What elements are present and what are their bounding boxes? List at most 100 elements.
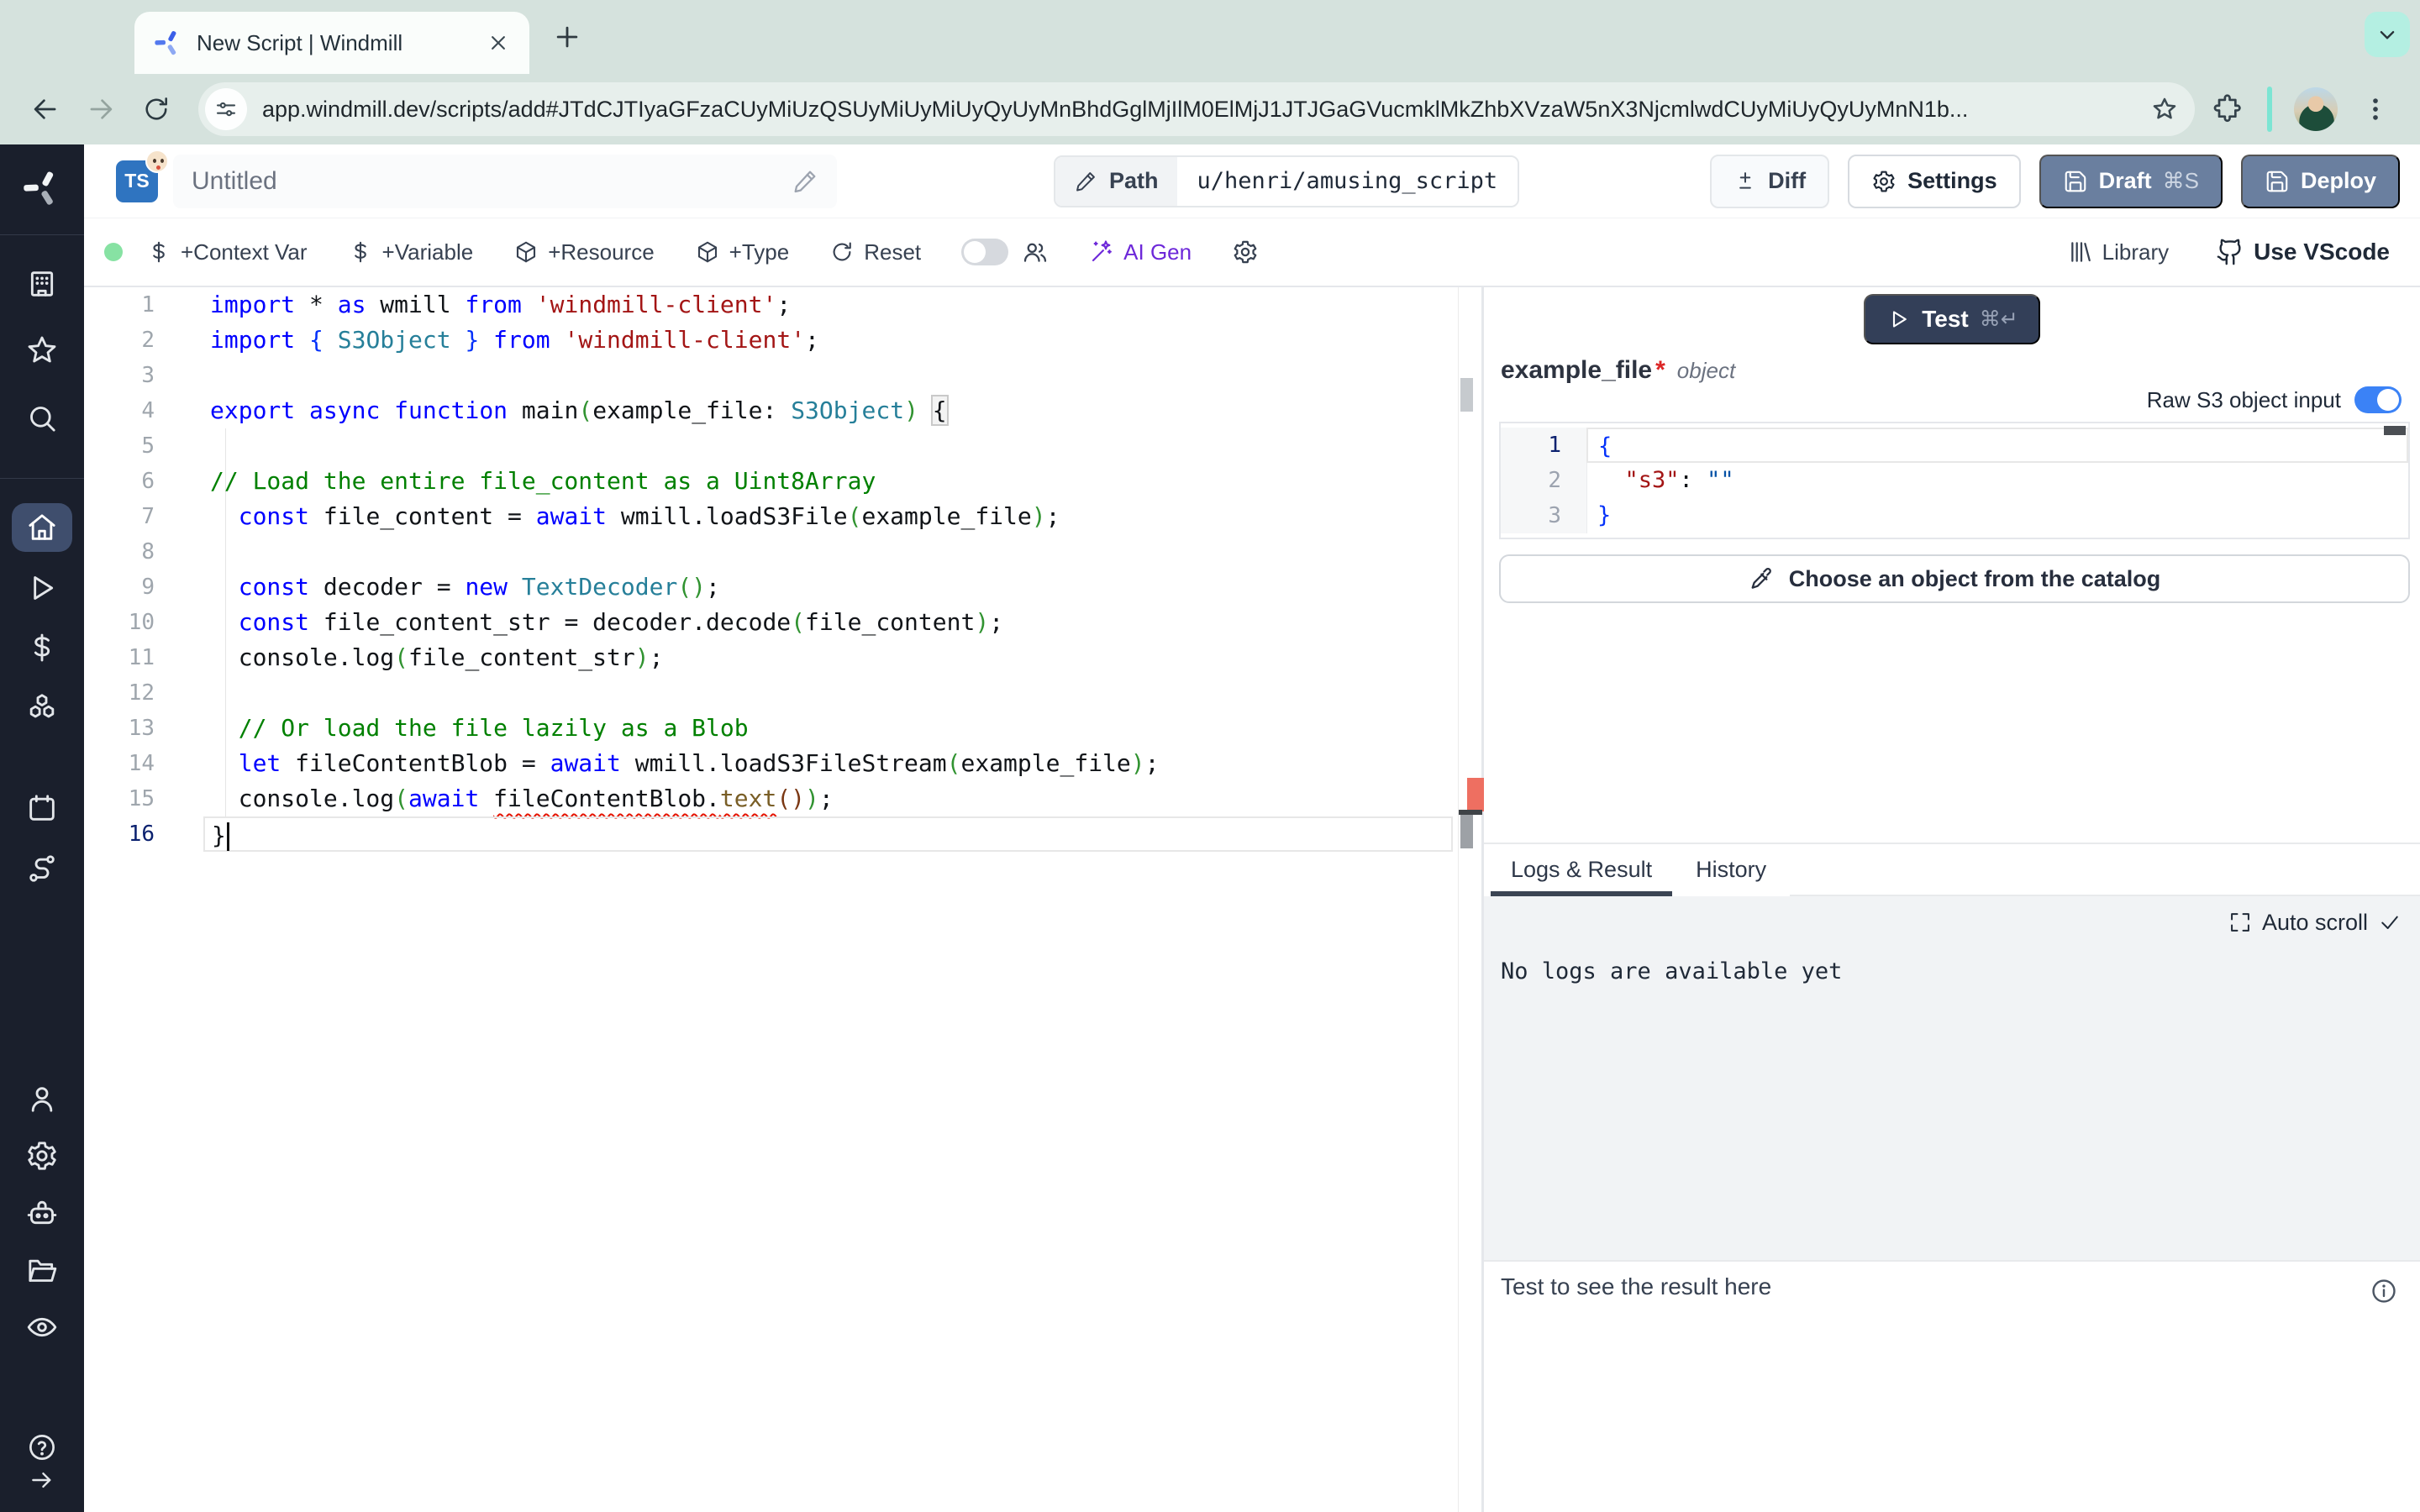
code-line[interactable]: 7 const file_content = await wmill.loadS… xyxy=(84,499,1481,534)
back-icon[interactable] xyxy=(22,86,69,133)
code-line[interactable]: 1{ xyxy=(1501,428,2408,463)
reload-icon[interactable] xyxy=(133,86,180,133)
sidebar-item-resources[interactable] xyxy=(25,691,59,725)
face-badge-icon xyxy=(145,150,169,173)
code-line[interactable]: 16} xyxy=(84,816,1481,852)
settings-label: Settings xyxy=(1907,168,1997,194)
code-line[interactable]: 11 console.log(file_content_str); xyxy=(84,640,1481,675)
sidebar-item-folders[interactable] xyxy=(25,1253,59,1287)
editor-overview-ruler[interactable] xyxy=(1458,287,1481,1512)
code-line[interactable]: 3 xyxy=(84,358,1481,393)
raw-s3-toggle-label: Raw S3 object input xyxy=(2147,387,2341,413)
add-context-var-button[interactable]: +Context Var xyxy=(146,239,308,265)
url-text: app.windmill.dev/scripts/add#JTdCJTIyaGF… xyxy=(262,97,2134,123)
bookmark-star-icon[interactable] xyxy=(2149,94,2180,124)
use-vscode-button[interactable]: Use VScode xyxy=(2216,238,2390,266)
draft-label: Draft xyxy=(2099,168,2152,194)
sidebar-item-workers[interactable] xyxy=(25,1196,59,1230)
menu-kebab-icon[interactable] xyxy=(2361,95,2390,123)
raw-s3-toggle[interactable] xyxy=(2354,386,2402,413)
test-button[interactable]: Test ⌘↵ xyxy=(1864,294,2039,344)
choose-object-label: Choose an object from the catalog xyxy=(1789,566,2161,592)
code-line[interactable]: 8 xyxy=(84,534,1481,570)
sidebar-item-home[interactable] xyxy=(12,503,72,552)
play-icon xyxy=(1886,307,1911,332)
reset-button[interactable]: Reset xyxy=(829,239,921,265)
app-sidebar xyxy=(0,144,84,1512)
json-arg-editor[interactable]: 1{2 "s3": ""3} xyxy=(1499,422,2410,539)
check-icon[interactable] xyxy=(2378,911,2402,934)
sidebar-item-settings[interactable] xyxy=(25,1139,59,1173)
browser-tab[interactable]: New Script | Windmill xyxy=(134,12,529,74)
editor-settings-button[interactable] xyxy=(1232,239,1259,265)
diff-button[interactable]: Diff xyxy=(1710,155,1829,208)
add-variable-button[interactable]: +Variable xyxy=(348,239,474,265)
add-type-button[interactable]: +Type xyxy=(695,239,790,265)
settings-button[interactable]: Settings xyxy=(1848,155,2021,208)
required-asterisk: * xyxy=(1655,356,1665,385)
tab-search-button[interactable] xyxy=(2365,12,2410,57)
code-line[interactable]: 12 xyxy=(84,675,1481,711)
sidebar-item-variables[interactable] xyxy=(25,631,59,664)
tab-history[interactable]: History xyxy=(1676,844,1786,896)
code-line[interactable]: 10 const file_content_str = decoder.deco… xyxy=(84,605,1481,640)
edit-title-pencil-icon[interactable] xyxy=(792,168,818,195)
code-line[interactable]: 13 // Or load the file lazily as a Blob xyxy=(84,711,1481,746)
tab-close-icon[interactable] xyxy=(486,30,511,55)
code-line[interactable]: 5 xyxy=(84,428,1481,464)
ai-gen-label: AI Gen xyxy=(1123,239,1192,265)
sidebar-item-runs[interactable] xyxy=(25,571,59,605)
code-line[interactable]: 2import { S3Object } from 'windmill-clie… xyxy=(84,323,1481,358)
url-bar[interactable]: app.windmill.dev/scripts/add#JTdCJTIyaGF… xyxy=(198,82,2195,136)
scrollbar-thumb[interactable] xyxy=(1460,378,1473,412)
code-line[interactable]: 14 let fileContentBlob = await wmill.loa… xyxy=(84,746,1481,781)
path-editor[interactable]: Path u/henri/amusing_script xyxy=(1054,155,1519,207)
draft-button[interactable]: Draft ⌘S xyxy=(2039,155,2223,208)
code-line[interactable]: 2 "s3": "" xyxy=(1501,463,2408,498)
deploy-button[interactable]: Deploy xyxy=(2241,155,2400,208)
info-icon[interactable] xyxy=(2370,1277,2398,1305)
ai-gen-button[interactable]: AI Gen xyxy=(1089,239,1192,265)
expand-icon[interactable] xyxy=(2228,911,2252,934)
multiplayer-switch[interactable] xyxy=(961,239,1008,265)
code-line[interactable]: 3} xyxy=(1501,498,2408,533)
profile-divider xyxy=(2267,87,2272,132)
sidebar-item-users[interactable] xyxy=(25,1082,59,1116)
sidebar-item-workspace[interactable] xyxy=(25,267,59,301)
sidebar-item-flows[interactable] xyxy=(25,852,59,885)
edit-path-pencil-icon xyxy=(1074,170,1097,193)
choose-object-button[interactable]: Choose an object from the catalog xyxy=(1499,554,2410,603)
library-button[interactable]: Library xyxy=(2066,239,2169,265)
add-resource-button[interactable]: +Resource xyxy=(513,239,654,265)
code-line[interactable]: 1import * as wmill from 'windmill-client… xyxy=(84,287,1481,323)
wand-icon xyxy=(1089,239,1114,265)
sidebar-item-favorites[interactable] xyxy=(25,333,59,367)
sidebar-item-help[interactable] xyxy=(26,1431,58,1463)
auto-scroll-label: Auto scroll xyxy=(2262,910,2368,936)
code-line[interactable]: 9 const decoder = new TextDecoder(); xyxy=(84,570,1481,605)
new-tab-icon[interactable] xyxy=(550,20,584,54)
code-line[interactable]: 15 console.log(await fileContentBlob.tex… xyxy=(84,781,1481,816)
tab-logs-result[interactable]: Logs & Result xyxy=(1491,844,1672,896)
add-resource-label: +Resource xyxy=(548,239,654,265)
library-icon xyxy=(2066,239,2093,265)
typescript-badge-label: TS xyxy=(124,170,149,192)
sidebar-divider xyxy=(0,234,84,235)
windmill-logo[interactable] xyxy=(21,167,63,209)
arg-type: object xyxy=(1677,358,1735,384)
sidebar-collapse-icon[interactable] xyxy=(28,1466,56,1494)
script-title-input[interactable]: Untitled xyxy=(173,155,837,208)
forward-icon[interactable] xyxy=(77,86,124,133)
multiplayer-toggle[interactable] xyxy=(961,239,1049,265)
sidebar-item-schedules[interactable] xyxy=(25,791,59,825)
code-line[interactable]: 4export async function main(example_file… xyxy=(84,393,1481,428)
site-settings-icon[interactable] xyxy=(205,88,247,130)
auto-scroll-control[interactable]: Auto scroll xyxy=(2228,910,2402,936)
code-line[interactable]: 6// Load the entire file_content as a Ui… xyxy=(84,464,1481,499)
test-shortcut: ⌘↵ xyxy=(1980,307,2018,332)
sidebar-item-search[interactable] xyxy=(25,402,59,435)
code-editor[interactable]: 1import * as wmill from 'windmill-client… xyxy=(84,287,1481,1512)
sidebar-item-audit-logs[interactable] xyxy=(25,1310,59,1344)
profile-avatar[interactable] xyxy=(2294,87,2338,131)
extensions-icon[interactable] xyxy=(2212,93,2244,125)
